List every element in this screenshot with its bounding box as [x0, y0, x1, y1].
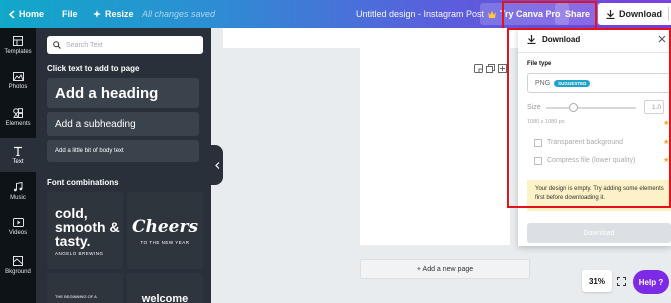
design-title[interactable]: Untitled design - Instagram Post [356, 0, 484, 28]
rail-label: Videos [8, 230, 28, 236]
rail-label: Bkground [5, 268, 31, 275]
resize-label: Resize [105, 9, 134, 19]
chevron-left-icon [214, 161, 219, 169]
file-label: File [62, 9, 78, 19]
rail-item-music[interactable]: Music [0, 174, 36, 208]
download-top-label: Download [619, 9, 662, 19]
expand-icon [616, 276, 626, 286]
highlight-box [502, 1, 597, 28]
add-body-text-button[interactable]: Add a little bit of body text [47, 140, 199, 162]
font-combinations-title: Font combinations [47, 178, 119, 187]
text-icon [14, 146, 22, 156]
add-page-icon[interactable] [498, 64, 507, 73]
search-input[interactable]: Search Text [47, 36, 203, 54]
font-combo-card[interactable]: THE BEGINNING OF A [47, 273, 123, 303]
rail-item-videos[interactable]: Videos [0, 210, 36, 244]
combo-sub-text: THE BEGINNING OF A [55, 293, 97, 299]
add-page-button[interactable]: + Add a new page [360, 259, 530, 279]
combo-sub-text: ANGELO BREWING [55, 250, 104, 256]
text-panel: Search Text Click text to add to page Ad… [36, 28, 211, 303]
crown-icon [488, 10, 496, 18]
search-icon [53, 41, 61, 49]
resize-button[interactable]: Resize [93, 0, 134, 28]
copy-page-icon[interactable] [486, 64, 495, 73]
download-icon [606, 9, 615, 19]
help-button[interactable]: Help ? [633, 270, 669, 294]
combo-main-text: welcome [141, 293, 189, 303]
add-subheading-button[interactable]: Add a subheading [47, 112, 199, 136]
elements-icon [13, 107, 23, 118]
background-icon [13, 255, 23, 266]
font-combo-card[interactable]: welcome [127, 273, 203, 303]
rail-label: Photos [8, 84, 28, 90]
download-top-button[interactable]: Download [598, 3, 671, 25]
rail-label: Templates [4, 48, 32, 55]
rail-item-photos[interactable]: Photos [0, 64, 36, 98]
templates-icon [13, 35, 23, 46]
rail-label: Elements [5, 120, 31, 127]
rail-item-background[interactable]: Bkground [0, 248, 36, 282]
collapse-panel-button[interactable] [211, 145, 223, 185]
save-status: All changes saved [142, 9, 216, 19]
rail-item-elements[interactable]: Elements [0, 100, 36, 134]
fullscreen-button[interactable] [614, 272, 628, 290]
add-text-title: Click text to add to page [47, 64, 140, 73]
videos-icon [12, 218, 24, 227]
side-rail: Templates Photos Elements Text Music Vid… [0, 28, 36, 303]
sparkle-icon [93, 10, 101, 18]
rail-item-templates[interactable]: Templates [0, 28, 36, 62]
add-heading-button[interactable]: Add a heading [47, 78, 199, 108]
home-label: Home [19, 9, 45, 19]
divider [668, 7, 669, 21]
photos-icon [12, 72, 24, 81]
highlight-box [507, 28, 671, 208]
zoom-level[interactable]: 31% [582, 270, 612, 292]
download-button[interactable]: Download [527, 223, 671, 243]
rail-item-text[interactable]: Text [0, 138, 36, 172]
font-combo-card[interactable]: cold, smooth & tasty. ANGELO BREWING [47, 192, 123, 269]
combo-sub-text: TO THE NEW YEAR [140, 239, 190, 245]
rail-label: Text [12, 158, 24, 165]
music-icon [13, 181, 23, 191]
home-button[interactable]: Home [9, 0, 44, 28]
font-combo-card[interactable]: Cheers TO THE NEW YEAR [127, 192, 203, 269]
chevron-left-icon [9, 9, 15, 19]
rail-label: Music [10, 194, 26, 201]
search-placeholder: Search Text [66, 41, 103, 49]
combo-main-text: Cheers [131, 216, 199, 237]
file-menu[interactable]: File [62, 0, 78, 28]
design-page[interactable] [360, 48, 510, 245]
note-icon[interactable] [474, 64, 483, 73]
combo-main-text: cold, smooth & tasty. [55, 204, 120, 249]
